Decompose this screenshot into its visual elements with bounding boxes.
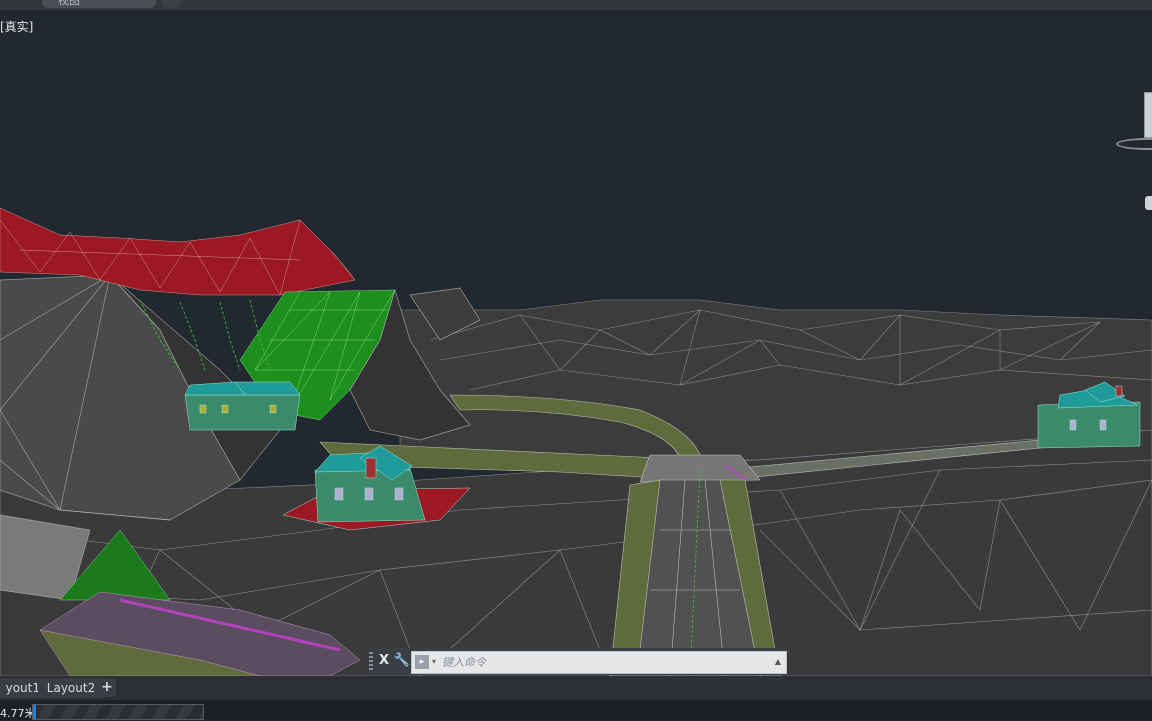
tab-layout2[interactable]: Layout2 [38, 678, 104, 698]
distance-readout: 4.77米 [0, 707, 36, 720]
command-line-grip[interactable] [369, 652, 373, 672]
command-prompt-icon[interactable]: ▸ [415, 655, 429, 669]
command-history-button[interactable]: ▲ [772, 655, 784, 669]
house-left [184, 381, 301, 431]
visual-style-label[interactable]: [真实] [0, 18, 33, 35]
add-layout-button[interactable]: + [98, 679, 116, 697]
new-tab-button[interactable] [162, 0, 180, 8]
layout-tab-bar: yout1 Layout2 + [0, 676, 1152, 700]
document-tab-strip: 视图 [0, 0, 1152, 10]
3d-terrain-scene [0, 207, 1152, 676]
command-input[interactable] [442, 653, 742, 671]
viewcube[interactable] [1116, 92, 1152, 152]
command-input-field: ▸ ▾ ▲ [411, 651, 787, 674]
navigation-bar-toggle[interactable] [1145, 196, 1152, 210]
command-line: X 🔧 ▸ ▾ ▲ [367, 648, 787, 675]
wrench-icon[interactable]: 🔧 [393, 651, 411, 671]
drawing-viewport[interactable]: [真实] [0, 10, 1152, 676]
close-icon[interactable]: X [375, 651, 393, 671]
viewcube-face[interactable] [1144, 92, 1152, 138]
progress-bar [32, 704, 204, 720]
chevron-down-icon[interactable]: ▾ [432, 654, 436, 670]
viewcube-compass-ring[interactable] [1116, 138, 1152, 150]
document-tab-label: 视图 [58, 0, 80, 7]
status-bar: 4.77米 [0, 700, 1152, 720]
